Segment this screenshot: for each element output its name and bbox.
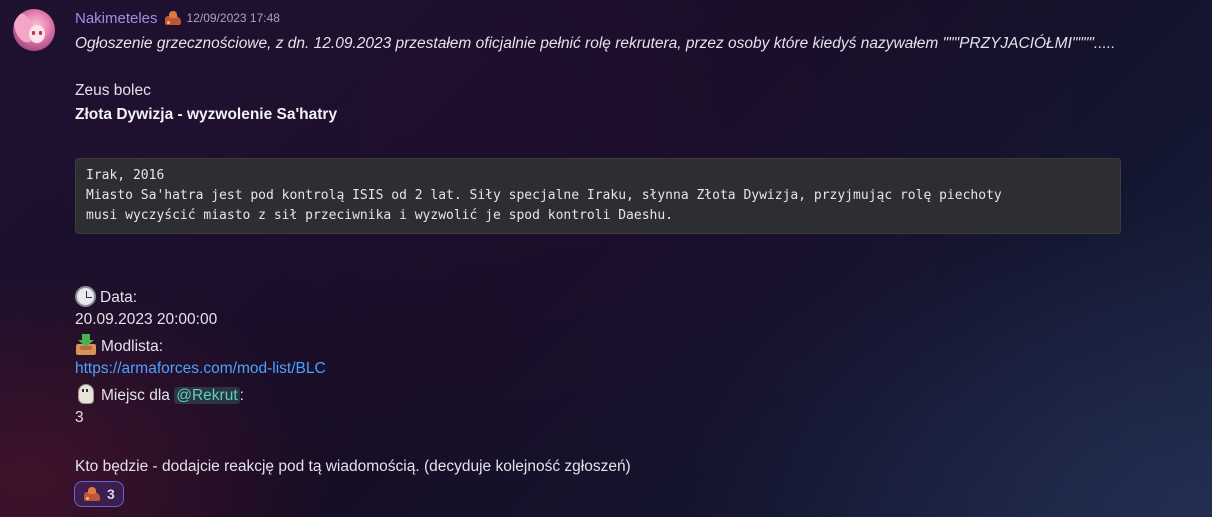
- date-label-line: Data:: [75, 286, 137, 309]
- user-avatar[interactable]: [13, 9, 55, 51]
- rekrut-mention[interactable]: @Rekrut: [174, 387, 240, 404]
- announcement-text: Ogłoszenie grzecznościowe, z dn. 12.09.2…: [75, 35, 1116, 52]
- role-badge-icon[interactable]: [164, 10, 182, 26]
- message-header: Nakimeteles 12/09/2023 17:48: [75, 8, 280, 28]
- avatar-eye: [32, 31, 35, 35]
- date-value: 20.09.2023 20:00:00: [75, 311, 218, 328]
- slots-line: Miejsc dla @Rekrut:: [75, 383, 244, 407]
- modlist-label-line: Modlista:: [75, 334, 163, 358]
- reaction-count: 3: [107, 486, 115, 502]
- slots-label: Miejsc dla: [101, 387, 170, 404]
- reaction-button[interactable]: 3: [74, 481, 124, 507]
- author-line: Zeus bolec: [75, 82, 151, 99]
- inbox-tray-icon: [75, 334, 97, 356]
- avatar-eye: [39, 31, 42, 35]
- code-line: Irak, 2016: [86, 168, 165, 183]
- username[interactable]: Nakimeteles: [75, 10, 158, 27]
- code-block: Irak, 2016 Miasto Sa'hatra jest pod kont…: [75, 158, 1121, 234]
- modlist-label: Modlista:: [101, 338, 164, 355]
- code-line: Miasto Sa'hatra jest pod kontrolą ISIS o…: [86, 188, 1002, 203]
- footer-instructions: Kto będzie - dodajcie reakcję pod tą wia…: [75, 458, 631, 475]
- code-line: musi wyczyścić miasto z sił przeciwnika …: [86, 208, 673, 223]
- date-label: Data:: [100, 289, 138, 306]
- slots-colon: :: [239, 387, 244, 404]
- message-timestamp: 12/09/2023 17:48: [186, 11, 280, 25]
- clock-icon: [75, 286, 96, 307]
- ghost-icon: [75, 383, 97, 405]
- modlist-link[interactable]: https://armaforces.com/mod-list/BLC: [75, 358, 326, 380]
- fire-cart-icon: [83, 486, 101, 502]
- mission-title: Złota Dywizja - wyzwolenie Sa'hatry: [75, 106, 338, 123]
- slots-value: 3: [75, 409, 84, 426]
